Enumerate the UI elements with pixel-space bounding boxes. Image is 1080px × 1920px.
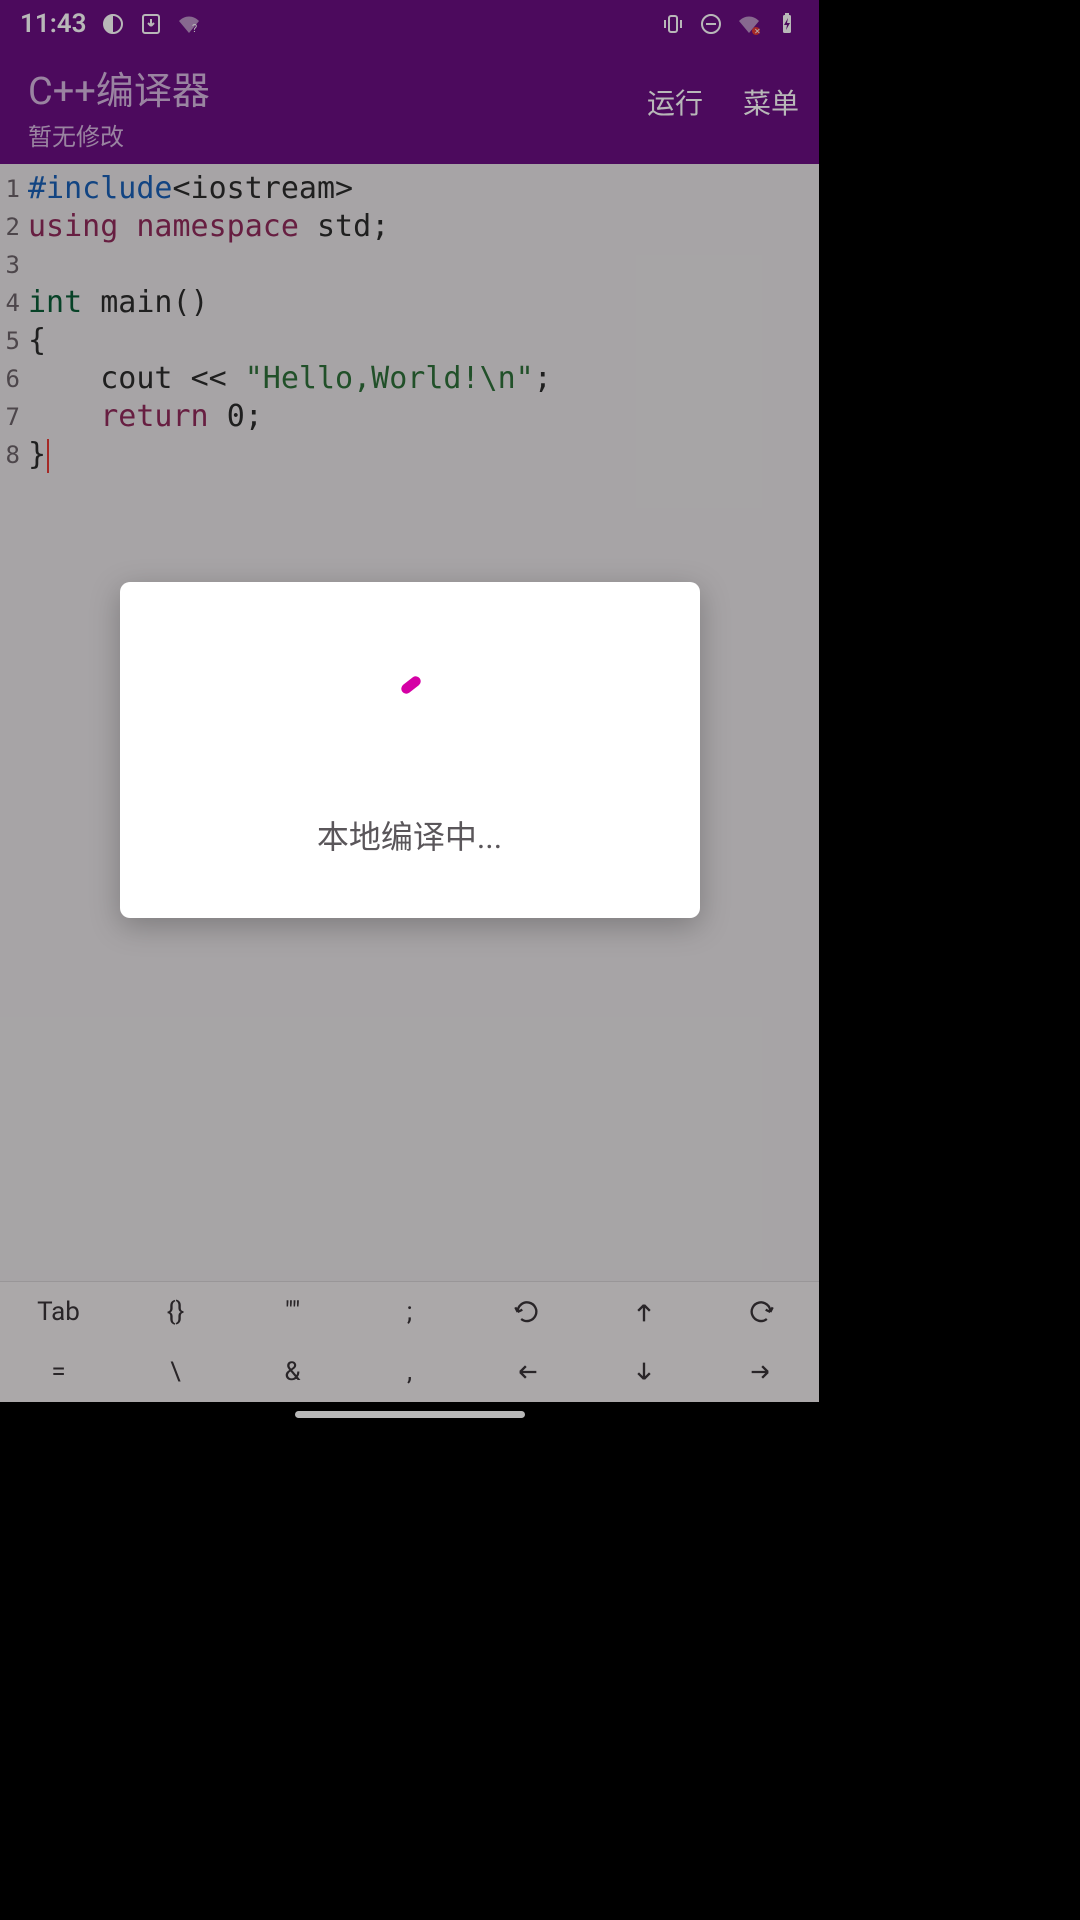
spinner-icon bbox=[370, 652, 450, 732]
dialog-message: 本地编译中... bbox=[317, 812, 502, 858]
compile-dialog: 本地编译中... bbox=[120, 582, 700, 918]
